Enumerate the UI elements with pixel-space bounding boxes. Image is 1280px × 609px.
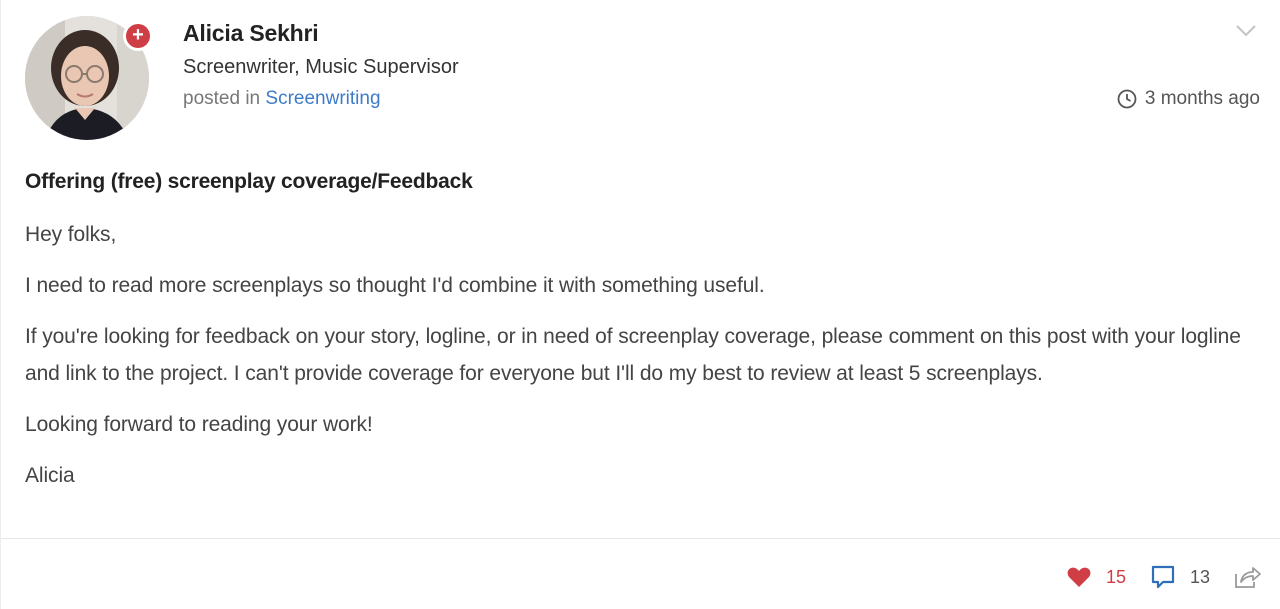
author-role: Screenwriter, Music Supervisor — [183, 56, 459, 78]
body-paragraph: I need to read more screenplays so thoug… — [25, 274, 765, 297]
posted-in-line: posted in Screenwriting — [183, 88, 381, 110]
follow-badge[interactable]: + — [123, 21, 153, 51]
plus-icon[interactable]: + — [126, 24, 150, 48]
like-button[interactable]: 15 — [1066, 565, 1150, 589]
comment-button[interactable]: 13 — [1150, 564, 1232, 590]
body-paragraph: If you're looking for feedback on your s… — [25, 325, 1241, 385]
like-count: 15 — [1105, 566, 1126, 587]
post-card: + Alicia Sekhri Screenwriter, Music Supe… — [0, 0, 1280, 609]
body-paragraph: Alicia — [25, 464, 75, 487]
comment-count: 13 — [1189, 566, 1210, 587]
author-avatar-container[interactable]: + — [25, 16, 153, 142]
post-body: Hey folks, I need to read more screenpla… — [25, 216, 1265, 508]
post-actions: 15 13 — [1066, 560, 1262, 594]
share-button[interactable] — [1232, 564, 1262, 590]
clock-icon — [1117, 89, 1137, 109]
author-name[interactable]: Alicia Sekhri — [183, 20, 319, 47]
speech-bubble-icon[interactable] — [1150, 564, 1176, 590]
heart-icon[interactable] — [1066, 565, 1092, 589]
post-timestamp: 3 months ago — [1117, 88, 1260, 110]
share-icon[interactable] — [1232, 564, 1262, 590]
body-paragraph: Looking forward to reading your work! — [25, 413, 373, 436]
divider — [1, 538, 1280, 539]
posted-in-label: posted in — [183, 88, 261, 109]
category-link[interactable]: Screenwriting — [265, 88, 380, 109]
body-paragraph: Hey folks, — [25, 223, 117, 246]
timestamp-text: 3 months ago — [1144, 88, 1260, 109]
chevron-down-icon[interactable] — [1233, 20, 1259, 40]
post-title: Offering (free) screenplay coverage/Feed… — [25, 170, 473, 193]
